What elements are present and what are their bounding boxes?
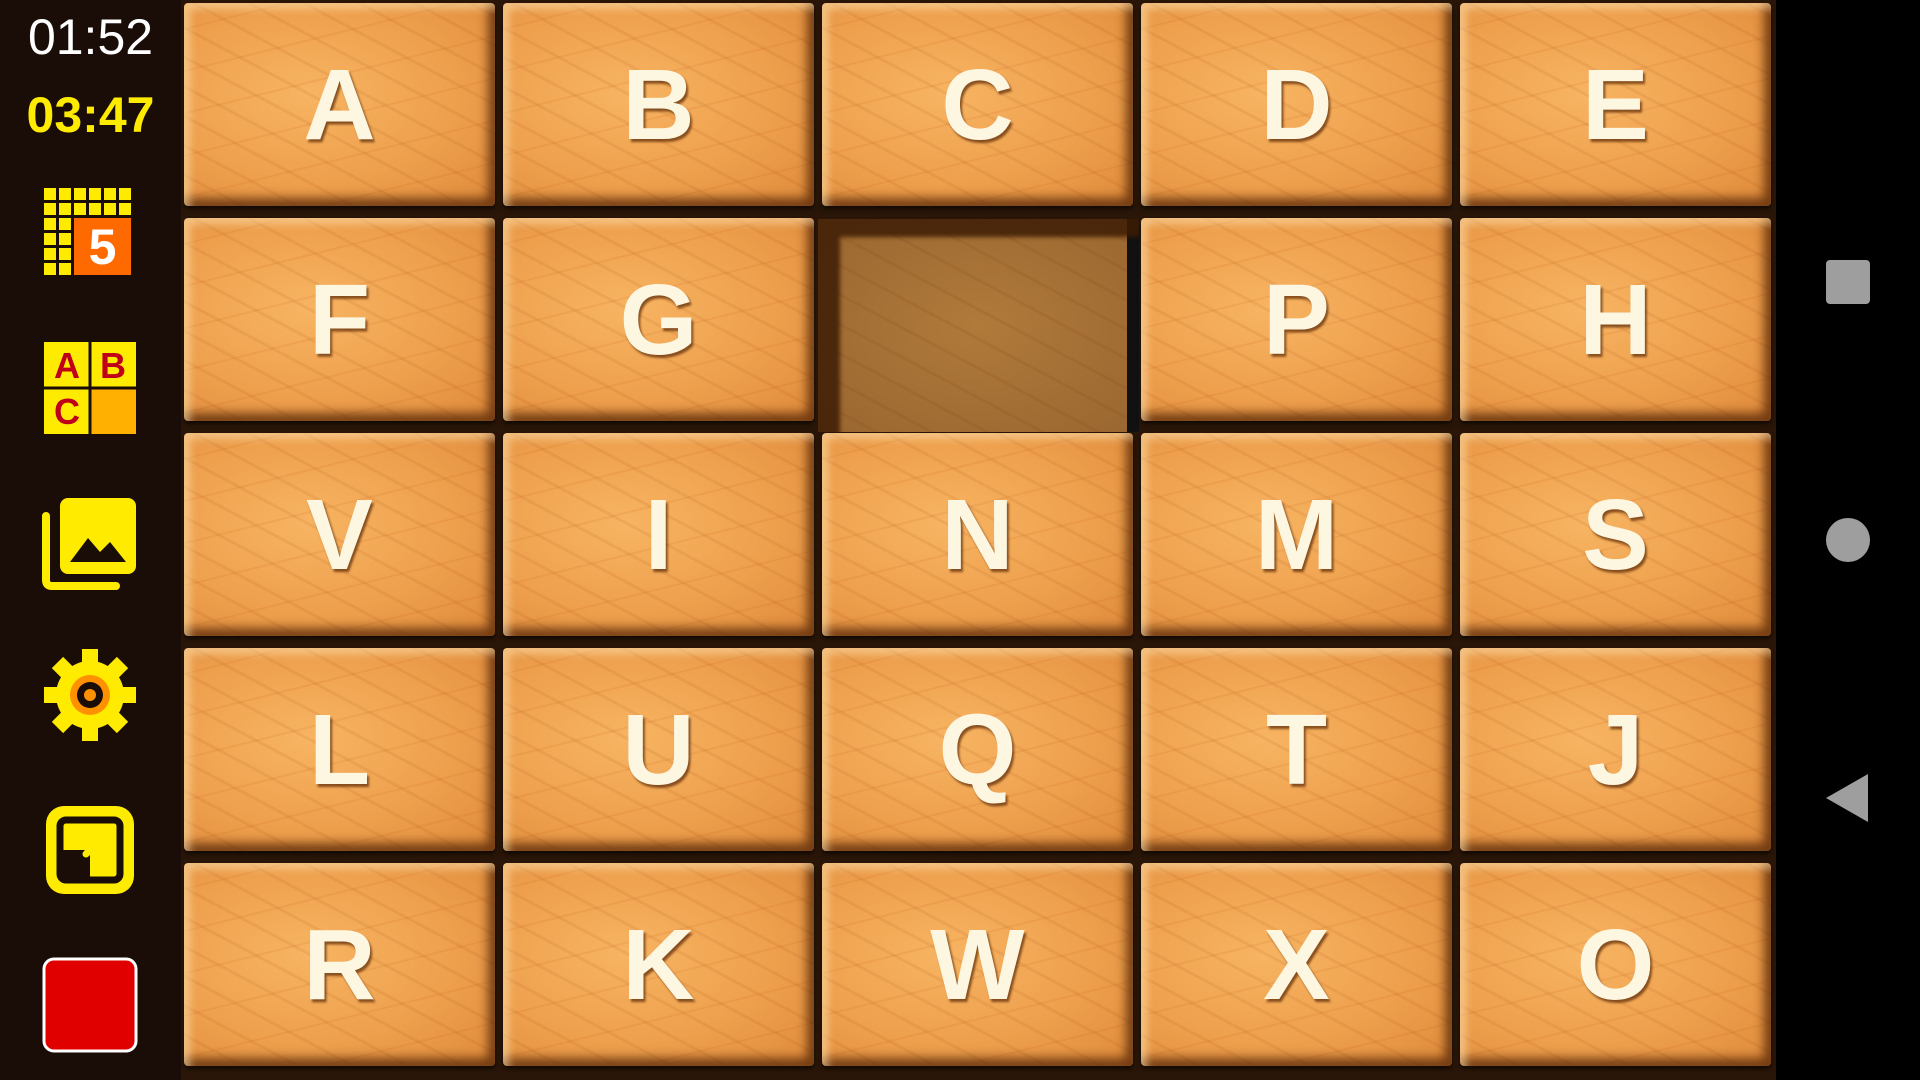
tile-letter: I (644, 478, 673, 591)
settings-button[interactable] (40, 645, 140, 745)
tile-style-button[interactable]: A B C (40, 338, 140, 438)
tile-letter: K (622, 908, 695, 1021)
puzzle-tile[interactable]: M (1141, 433, 1452, 636)
stop-button[interactable] (40, 955, 140, 1055)
puzzle-tile[interactable]: L (184, 648, 495, 851)
puzzle-tile[interactable]: X (1141, 863, 1452, 1066)
puzzle-tile[interactable]: D (1141, 3, 1452, 206)
exit-fullscreen-button[interactable] (40, 800, 140, 900)
abc-letter-b: B (100, 345, 126, 386)
tile-letter: F (308, 263, 371, 376)
abc-letter-a: A (54, 345, 80, 386)
clock-display: 01:52 (27, 9, 154, 65)
tile-letter: Q (938, 693, 1017, 806)
tile-letter: H (1579, 263, 1652, 376)
home-button[interactable] (1818, 510, 1878, 570)
tile-letter: V (306, 478, 373, 591)
puzzle-tile[interactable]: Q (822, 648, 1133, 851)
board-size-value: 5 (89, 219, 117, 275)
tile-letter: E (1582, 48, 1649, 161)
red-square-icon (42, 957, 138, 1053)
puzzle-tile[interactable]: K (503, 863, 814, 1066)
abc-letter-c: C (54, 391, 80, 432)
puzzle-tile[interactable]: R (184, 863, 495, 1066)
tile-letter: J (1587, 693, 1644, 806)
puzzle-tile[interactable]: B (503, 3, 814, 206)
puzzle-tile[interactable]: V (184, 433, 495, 636)
tile-letter: L (308, 693, 371, 806)
puzzle-tile[interactable]: P (1141, 218, 1452, 421)
puzzle-tile[interactable]: J (1460, 648, 1771, 851)
tile-letter: A (303, 48, 376, 161)
gear-icon (44, 649, 136, 741)
tile-letter: R (303, 908, 376, 1021)
triangle-back-icon (1826, 774, 1868, 822)
grid-size-icon: 5 (44, 188, 131, 275)
tile-letter: M (1254, 478, 1339, 591)
puzzle-tile[interactable]: T (1141, 648, 1452, 851)
image-gallery-icon (42, 498, 136, 590)
tile-letter: D (1260, 48, 1333, 161)
game-timer: 03:47 (26, 87, 155, 143)
square-icon (1826, 260, 1870, 304)
puzzle-tile[interactable]: A (184, 3, 495, 206)
tile-letter: O (1576, 908, 1655, 1021)
back-button[interactable] (1818, 768, 1878, 828)
circle-icon (1826, 518, 1870, 562)
sidebar: 01:52 03:47 5 A B C (0, 0, 181, 1080)
tile-letter: P (1263, 263, 1330, 376)
tile-letter: B (622, 48, 695, 161)
puzzle-tile[interactable]: H (1460, 218, 1771, 421)
puzzle-tile[interactable]: I (503, 433, 814, 636)
tile-letter: S (1582, 478, 1649, 591)
puzzle-tile[interactable]: O (1460, 863, 1771, 1066)
puzzle-tile[interactable]: G (503, 218, 814, 421)
board-size-button[interactable]: 5 (40, 182, 140, 282)
puzzle-board: A B C D E F G P H V I N M S L U Q T J R K W X O (181, 0, 1776, 1080)
recents-button[interactable] (1818, 252, 1878, 312)
puzzle-tile[interactable]: C (822, 3, 1133, 206)
open-external-icon (46, 806, 134, 894)
abc-letters-icon: A B C (44, 342, 136, 434)
tile-letter: C (941, 48, 1014, 161)
tile-letter: W (930, 908, 1025, 1021)
system-navigation-bar (1776, 0, 1920, 1080)
puzzle-tile[interactable]: W (822, 863, 1133, 1066)
image-gallery-button[interactable] (40, 492, 140, 592)
tile-letter: X (1263, 908, 1330, 1021)
puzzle-tile[interactable]: N (822, 433, 1133, 636)
tile-letter: G (619, 263, 698, 376)
tile-letter: N (941, 478, 1014, 591)
puzzle-tile[interactable]: U (503, 648, 814, 851)
puzzle-tile[interactable]: F (184, 218, 495, 421)
puzzle-tile[interactable]: E (1460, 3, 1771, 206)
app-screen: 01:52 03:47 5 A B C A B C D E F G P H V … (0, 0, 1920, 1080)
tile-letter: T (1265, 693, 1328, 806)
empty-slot (818, 219, 1139, 432)
tile-letter: U (622, 693, 695, 806)
puzzle-tile[interactable]: S (1460, 433, 1771, 636)
